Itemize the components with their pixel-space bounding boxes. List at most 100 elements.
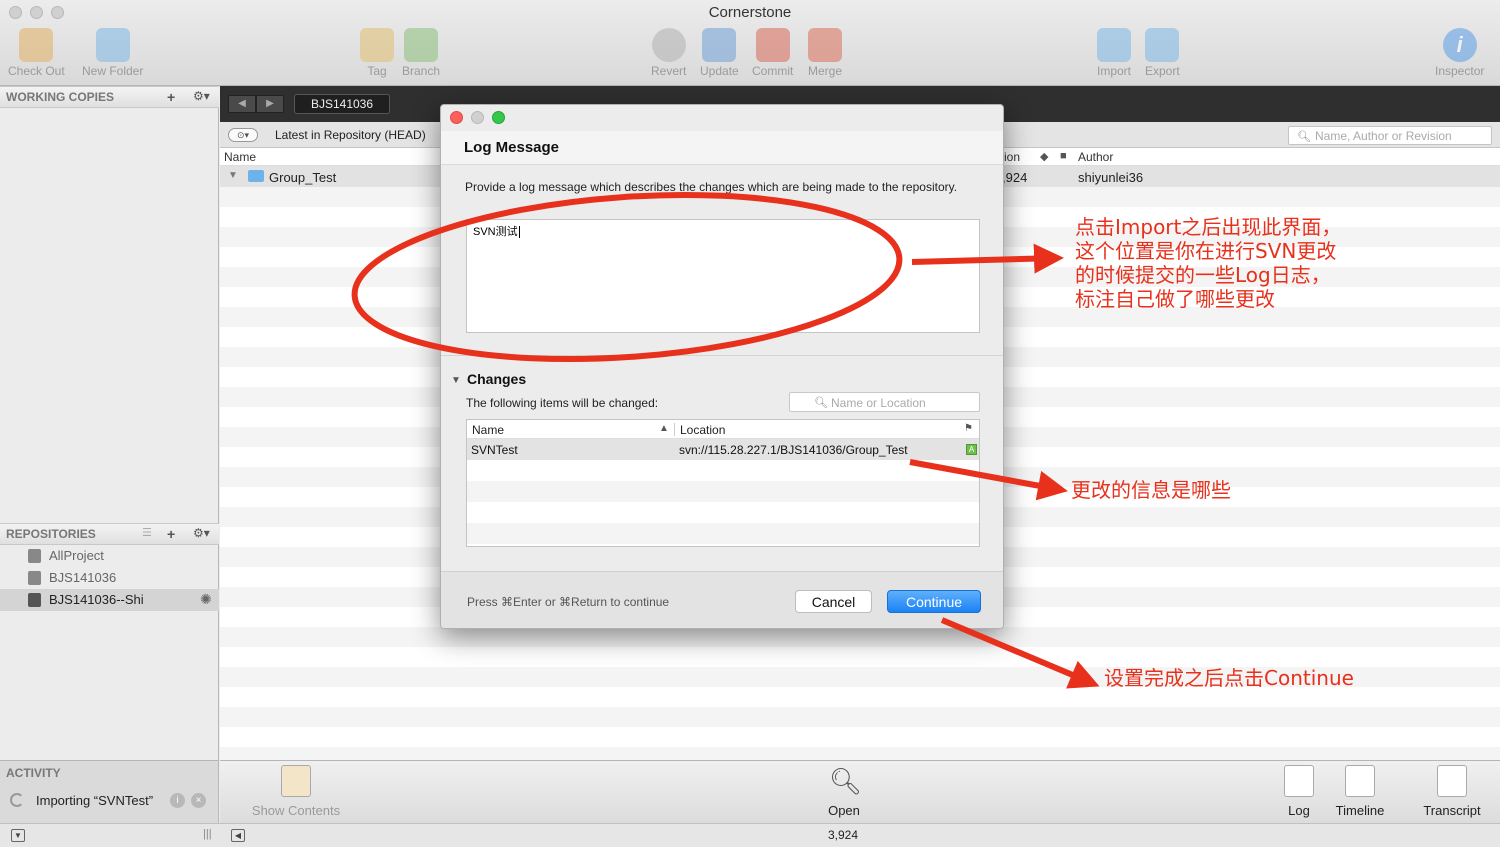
changes-search-input[interactable]: 🔍︎ Name or Location xyxy=(789,392,980,412)
annotation-note-2: 更改的信息是哪些 xyxy=(1071,478,1231,502)
repositories-label: REPOSITORIES xyxy=(6,527,96,541)
disclosure-triangle-icon[interactable]: ▼ xyxy=(228,170,238,181)
import-icon xyxy=(1097,28,1131,62)
commit-button[interactable]: Commit xyxy=(752,28,793,78)
section-divider xyxy=(441,355,1003,356)
changes-description: The following items will be changed: xyxy=(466,396,659,410)
activity-job-label: Importing “SVNTest” xyxy=(36,793,154,808)
row-author: shiyunlei36 xyxy=(1078,170,1144,185)
forward-button[interactable]: ▶ xyxy=(256,95,284,113)
commit-label: Commit xyxy=(752,64,794,78)
open-button[interactable]: 🔍︎ Open xyxy=(818,765,870,818)
column-divider xyxy=(674,423,675,436)
import-label: Import xyxy=(1097,64,1132,78)
collapse-panel-icon[interactable]: ◀ xyxy=(231,829,245,842)
search-icon: 🔍︎ xyxy=(814,397,828,409)
info-icon[interactable]: i xyxy=(170,793,185,808)
repository-item-selected[interactable]: BJS141036--Shi ✺ xyxy=(0,589,219,611)
sidebar: WORKING COPIES + ⚙▾ REPOSITORIES ☰ + ⚙▾ … xyxy=(0,86,219,823)
transcript-button[interactable]: Transcript xyxy=(1418,765,1486,818)
inspector-button[interactable]: i Inspector xyxy=(1435,28,1484,78)
branch-button[interactable]: Branch xyxy=(402,28,440,78)
tag-button[interactable]: Tag xyxy=(360,28,394,78)
add-repository-icon[interactable]: + xyxy=(167,526,175,542)
main-search-input[interactable]: 🔍︎ Name, Author or Revision xyxy=(1288,126,1492,145)
revision-picker-icon[interactable]: ⊙▾ xyxy=(228,128,258,142)
show-contents-button[interactable]: Show Contents xyxy=(250,765,342,818)
repository-item[interactable]: BJS141036 xyxy=(0,567,219,589)
merge-button[interactable]: Merge xyxy=(808,28,842,78)
timeline-button[interactable]: Timeline xyxy=(1330,765,1390,818)
log-label: Log xyxy=(1288,803,1310,818)
update-button[interactable]: Update xyxy=(700,28,739,78)
log-button[interactable]: Log xyxy=(1276,765,1322,818)
disclosure-triangle-icon[interactable]: ▼ xyxy=(451,375,461,386)
item-name: SVNTest xyxy=(471,443,518,457)
log-message-text: SVN测试 xyxy=(473,226,518,238)
repository-label: BJS141036--Shi xyxy=(49,592,144,607)
revert-button[interactable]: Revert xyxy=(651,28,686,78)
item-location: svn://115.28.227.1/BJS141036/Group_Test xyxy=(679,443,908,457)
branch-label: Branch xyxy=(402,64,441,78)
added-status-badge: A xyxy=(966,444,977,455)
annotation-note-1: 点击Import之后出现此界面， 这个位置是你在进行SVN更改 的时候提交的一些… xyxy=(1075,215,1341,311)
location-column-header[interactable]: Location xyxy=(680,423,725,437)
back-button[interactable]: ◀ xyxy=(228,95,256,113)
revision-label[interactable]: Latest in Repository (HEAD) xyxy=(275,128,426,142)
repository-item[interactable]: AllProject xyxy=(0,545,219,567)
repositories-header: REPOSITORIES ☰ + ⚙▾ xyxy=(0,523,219,545)
tag-icon: ◆ xyxy=(1040,151,1049,163)
check-out-button[interactable]: Check Out xyxy=(8,28,65,78)
working-copies-header: WORKING COPIES + ⚙▾ xyxy=(0,86,219,108)
show-contents-label: Show Contents xyxy=(251,803,341,818)
table-row[interactable]: SVNTest svn://115.28.227.1/BJS141036/Gro… xyxy=(467,439,979,460)
export-button[interactable]: Export xyxy=(1145,28,1180,78)
minimize-dialog-button xyxy=(471,111,484,124)
inspector-label: Inspector xyxy=(1435,64,1485,78)
author-column-header[interactable]: Author xyxy=(1078,150,1113,164)
database-icon xyxy=(28,593,41,607)
empty-row xyxy=(220,627,1500,647)
add-working-copy-icon[interactable]: + xyxy=(167,89,175,105)
revision-column-header[interactable]: ion xyxy=(1004,150,1020,164)
keyboard-hint: Press ⌘Enter or ⌘Return to continue xyxy=(467,595,670,609)
check-out-label: Check Out xyxy=(8,64,65,78)
row-revision: ,924 xyxy=(1002,170,1028,185)
repository-gear-icon[interactable]: ⚙▾ xyxy=(193,526,210,540)
empty-row xyxy=(467,502,979,523)
name-column-header[interactable]: Name xyxy=(472,423,504,437)
sort-ascending-icon: ▲ xyxy=(659,423,669,434)
import-button[interactable]: Import xyxy=(1097,28,1131,78)
branch-icon xyxy=(404,28,439,62)
text-caret xyxy=(518,226,520,238)
progress-spinner-icon xyxy=(10,793,24,807)
document-icon xyxy=(281,765,311,797)
cancel-button[interactable]: Cancel xyxy=(795,590,872,613)
empty-row xyxy=(220,647,1500,667)
log-message-textarea[interactable]: SVN测试 xyxy=(466,219,980,333)
main-search-placeholder: Name, Author or Revision xyxy=(1315,129,1452,143)
collapse-sidebar-icon[interactable]: ▼ xyxy=(11,829,25,842)
stop-icon[interactable]: × xyxy=(191,793,206,808)
name-column-header[interactable]: Name xyxy=(224,150,256,164)
update-icon xyxy=(702,28,737,62)
empty-row xyxy=(467,460,979,481)
repository-label: AllProject xyxy=(49,548,104,563)
new-folder-button[interactable]: New Folder xyxy=(82,28,143,78)
list-icon[interactable]: ☰ xyxy=(142,526,152,539)
update-label: Update xyxy=(700,64,739,78)
resize-handle-icon[interactable]: ||| xyxy=(203,828,212,840)
working-copy-gear-icon[interactable]: ⚙▾ xyxy=(193,89,210,103)
continue-button[interactable]: Continue xyxy=(887,590,981,613)
export-label: Export xyxy=(1145,64,1180,78)
revert-icon xyxy=(651,28,686,62)
close-dialog-button[interactable] xyxy=(450,111,463,124)
log-description: Provide a log message which describes th… xyxy=(465,180,958,194)
zoom-dialog-button[interactable] xyxy=(492,111,505,124)
magnifier-icon: 🔍︎ xyxy=(829,766,863,796)
lock-icon: ■ xyxy=(1060,150,1067,162)
folder-icon xyxy=(248,170,264,182)
flag-icon: ⚑ xyxy=(964,423,973,434)
breadcrumb[interactable]: BJS141036 xyxy=(294,94,390,114)
timeline-label: Timeline xyxy=(1335,803,1385,818)
